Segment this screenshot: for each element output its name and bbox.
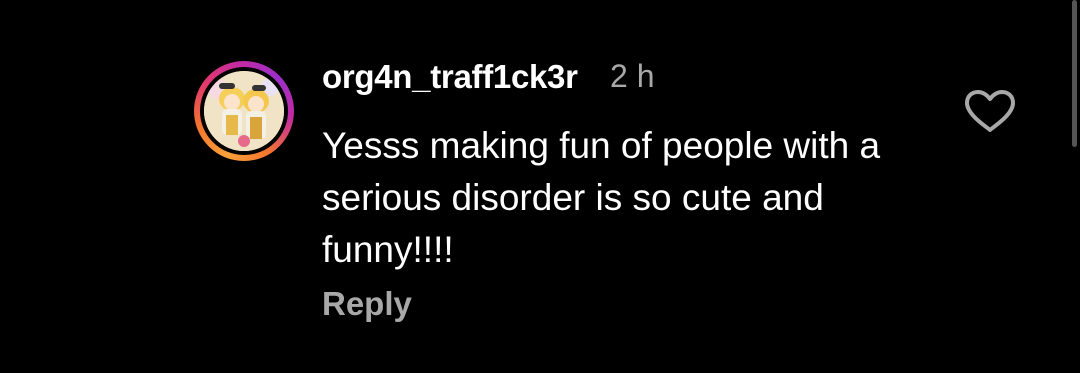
reply-button[interactable]: Reply bbox=[322, 285, 412, 323]
story-ring[interactable] bbox=[194, 61, 294, 161]
comment-row: org4n_traff1ck3r 2 h Yesss making fun of… bbox=[0, 0, 1080, 373]
heart-outline-icon bbox=[965, 90, 1015, 132]
avatar-illustration bbox=[204, 71, 284, 151]
scrollbar[interactable] bbox=[1072, 0, 1077, 147]
avatar[interactable] bbox=[204, 71, 284, 151]
comment-text: Yesss making fun of people with a seriou… bbox=[322, 125, 881, 270]
like-button[interactable] bbox=[962, 88, 1018, 134]
username[interactable]: org4n_traff1ck3r bbox=[322, 58, 578, 96]
timestamp: 2 h bbox=[610, 58, 655, 94]
